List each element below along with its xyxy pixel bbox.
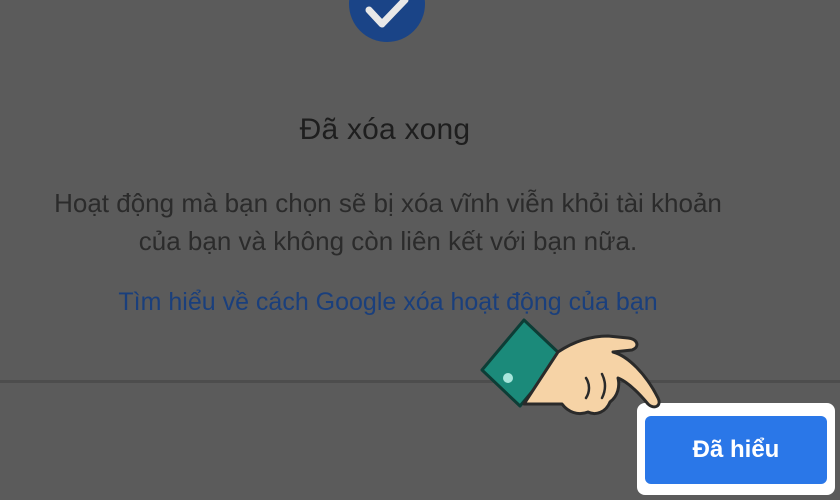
dialog-title: Đã xóa xong <box>299 113 471 146</box>
body-line-1: Hoạt động mà bạn chọn sẽ bị xóa vĩnh viễ… <box>54 188 722 218</box>
pointing-hand-icon <box>480 318 661 416</box>
check-circle-icon <box>349 0 425 42</box>
confirmation-dialog: Đã xóa xong Hoạt động mà bạn chọn sẽ bị … <box>0 0 840 500</box>
dialog-body: Hoạt động mà bạn chọn sẽ bị xóa vĩnh viễ… <box>20 184 756 260</box>
divider <box>0 380 840 383</box>
body-line-2: của bạn và không còn liên kết với bạn nữ… <box>138 226 638 256</box>
got-it-button[interactable]: Đã hiểu <box>645 416 827 484</box>
